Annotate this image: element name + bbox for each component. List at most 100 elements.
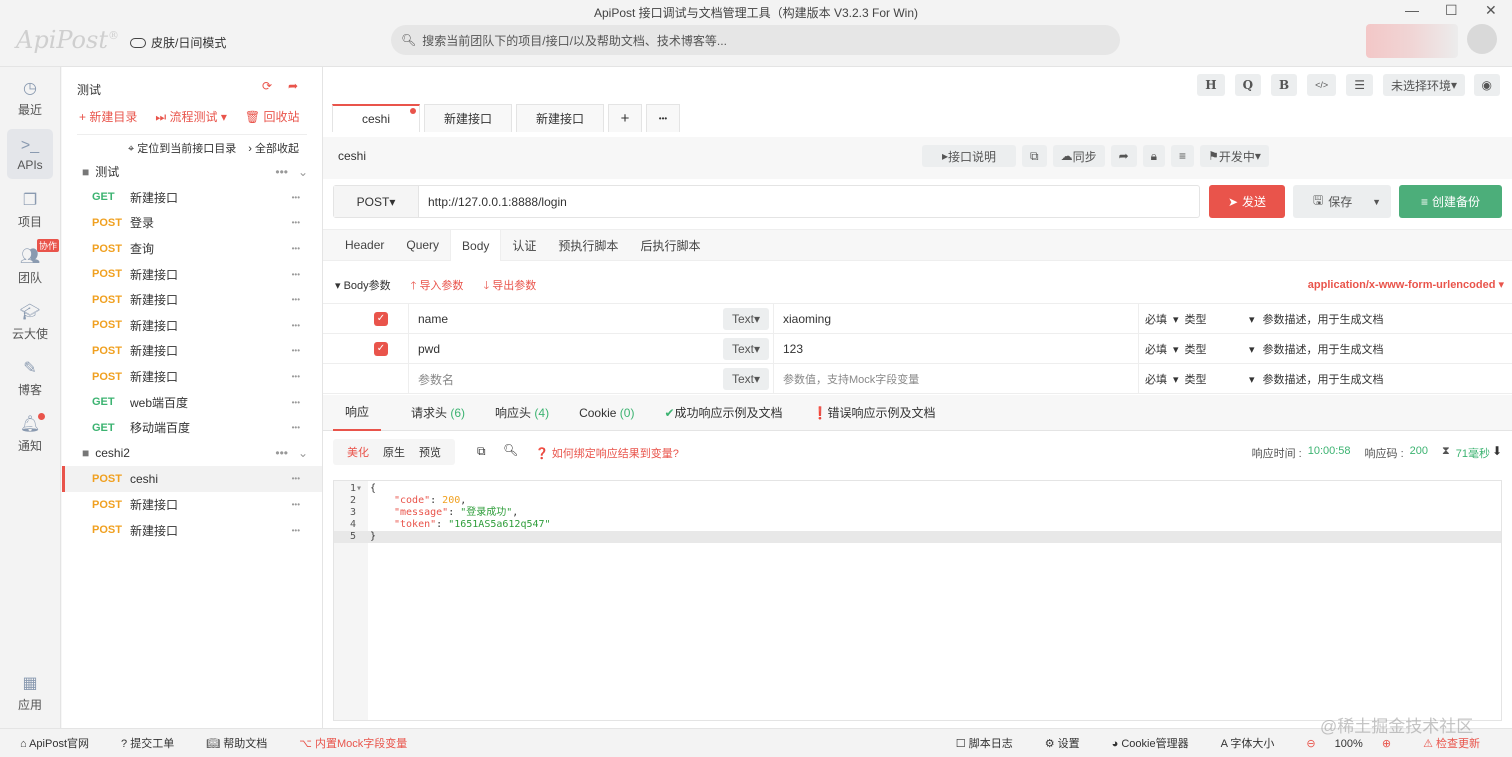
chevron-down-icon[interactable]: ▼ xyxy=(1372,197,1381,207)
zoom-in-icon[interactable]: ⊕ xyxy=(1382,738,1391,750)
api-item[interactable]: POST 新建接口 ••• xyxy=(62,261,322,287)
rail-notify[interactable]: 🔔︎ 通知 xyxy=(7,409,53,459)
more-icon[interactable]: ••• xyxy=(292,526,300,535)
avatar[interactable] xyxy=(1467,24,1497,54)
send-button[interactable]: ➤ 发送 xyxy=(1209,185,1285,218)
site-link[interactable]: ⌂ ApiPost官网 xyxy=(20,735,105,751)
more-icon[interactable]: ••• xyxy=(292,372,300,381)
api-item[interactable]: GET 新建接口 ••• xyxy=(62,185,322,211)
bind-help-link[interactable]: ❓ 如何绑定响应结果到变量? xyxy=(535,445,679,461)
more-icon[interactable]: ••• xyxy=(292,218,300,227)
more-icon[interactable]: ••• xyxy=(292,474,300,483)
lock-icon[interactable]: 🔒︎ xyxy=(1142,145,1166,167)
more-icon[interactable]: ••• xyxy=(292,295,300,304)
more-icon[interactable]: ••• xyxy=(292,270,300,279)
copy-icon[interactable]: ⧉ xyxy=(1022,145,1047,167)
share-icon[interactable]: ➦ xyxy=(1110,145,1137,167)
new-folder-button[interactable]: + 新建目录 xyxy=(79,108,137,125)
param-key-input[interactable]: name xyxy=(418,312,723,326)
api-item[interactable]: POST 新建接口 ••• xyxy=(62,313,322,339)
create-backup-button[interactable]: ≡ 创建备份 xyxy=(1399,185,1502,218)
more-icon[interactable]: ••• xyxy=(292,423,300,432)
body-params-toggle[interactable]: ▾ Body参数 xyxy=(335,277,391,296)
close-button[interactable]: ✕ xyxy=(1485,2,1497,19)
flow-test-button[interactable]: ⏭ 流程测试 ▾ xyxy=(155,108,227,125)
tab-success-doc[interactable]: ✔成功响应示例及文档 xyxy=(664,404,782,421)
more-icon[interactable]: ••• xyxy=(292,321,300,330)
sliders-icon[interactable]: ☰ xyxy=(1346,74,1373,96)
more-icon[interactable]: ••• xyxy=(275,446,288,460)
more-icon[interactable]: ••• xyxy=(292,193,300,202)
more-icon[interactable]: ••• xyxy=(292,500,300,509)
tab-ceshi[interactable]: ceshi xyxy=(332,104,420,132)
download-icon[interactable]: ⬇ xyxy=(1492,444,1502,458)
api-item[interactable]: GET web端百度 ••• xyxy=(62,389,322,415)
api-item[interactable]: POST 新建接口 ••• xyxy=(62,492,322,518)
more-tabs-button[interactable]: ••• xyxy=(646,104,680,132)
rail-projects[interactable]: ❐ 项目 xyxy=(7,185,53,235)
database-icon[interactable]: ≡ xyxy=(1171,145,1195,167)
zoom-control[interactable]: ⊖ 100% ⊕ xyxy=(1306,737,1407,750)
param-value-input[interactable]: 参数值，支持Mock字段变量 xyxy=(774,364,1139,394)
param-type-select[interactable]: Text ▾ xyxy=(723,308,769,330)
rail-ambassador[interactable]: 🎓︎ 云大使 xyxy=(7,297,53,347)
more-icon[interactable]: ••• xyxy=(292,398,300,407)
method-select[interactable]: POST ▾ xyxy=(334,186,419,217)
rail-blog[interactable]: ✎ 博客 xyxy=(7,353,53,403)
locate-button[interactable]: ⌖ 定位到当前接口目录 xyxy=(128,140,236,156)
content-type-select[interactable]: application/x-www-form-urlencoded ▾ xyxy=(1308,278,1504,291)
tab-request-0[interactable]: Header xyxy=(334,230,395,260)
font-size-button[interactable]: A 字体大小 xyxy=(1221,735,1291,751)
param-value-input[interactable]: 123 xyxy=(774,334,1139,364)
collapse-all-button[interactable]: › 全部收起 xyxy=(248,140,299,156)
api-item[interactable]: POST 新建接口 ••• xyxy=(62,517,322,543)
script-log-button[interactable]: ☐ 脚本日志 xyxy=(956,735,1029,751)
param-desc-input[interactable]: 参数描述，用于生成文档 xyxy=(1263,341,1384,357)
chevron-down-icon[interactable]: ⌄ xyxy=(298,165,308,179)
required-select[interactable]: 必填 xyxy=(1145,371,1167,387)
value-type-select[interactable]: 类型 xyxy=(1185,341,1207,357)
tab-request-1[interactable]: Query xyxy=(395,230,450,260)
param-key-input[interactable]: 参数名 xyxy=(418,371,723,388)
raw-button[interactable]: 原生 xyxy=(383,444,405,460)
toolbar-b-button[interactable]: B xyxy=(1271,74,1298,96)
api-item[interactable]: POST ceshi ••• xyxy=(62,466,322,492)
zoom-out-icon[interactable]: ⊖ xyxy=(1306,738,1315,750)
param-checkbox[interactable]: ✓ xyxy=(374,312,388,326)
api-item[interactable]: POST 新建接口 ••• xyxy=(62,287,322,313)
tab-request-3[interactable]: 认证 xyxy=(501,230,547,260)
add-tab-button[interactable]: + xyxy=(608,104,642,132)
rail-recent[interactable]: ◷ 最近 xyxy=(7,73,53,123)
more-icon[interactable]: ••• xyxy=(292,244,300,253)
preview-button[interactable]: 预览 xyxy=(419,444,441,460)
eye-icon[interactable]: ◉ xyxy=(1473,74,1500,96)
api-doc-button[interactable]: ▸ 接口说明 xyxy=(922,145,1016,167)
beautify-button[interactable]: 美化 xyxy=(347,444,369,460)
required-select[interactable]: 必填 xyxy=(1145,311,1167,327)
share-icon[interactable]: ➦ xyxy=(288,79,298,93)
status-select[interactable]: ⚑ 开发中 ▾ xyxy=(1200,145,1269,167)
tab-error-doc[interactable]: ❗错误响应示例及文档 xyxy=(813,404,936,421)
value-type-select[interactable]: 类型 xyxy=(1185,371,1207,387)
maximize-button[interactable]: ☐ xyxy=(1445,2,1458,19)
api-item[interactable]: POST 登录 ••• xyxy=(62,210,322,236)
code-icon[interactable]: </> xyxy=(1307,74,1337,96)
copy-icon[interactable]: ⧉ xyxy=(477,444,486,459)
tab-cookie[interactable]: Cookie (0) xyxy=(579,406,634,420)
param-type-select[interactable]: Text ▾ xyxy=(723,338,769,360)
skin-mode-toggle[interactable]: 皮肤/日间模式 xyxy=(130,34,226,51)
search-icon[interactable]: 🔍︎ xyxy=(503,443,518,457)
chevron-down-icon[interactable]: ⌄ xyxy=(298,446,308,460)
param-desc-input[interactable]: 参数描述，用于生成文档 xyxy=(1263,371,1384,387)
response-editor[interactable]: 1 ▾{2 "code": 200, 3 "message": "登录成功", 4 "to… xyxy=(333,480,1502,721)
recycle-bin-button[interactable]: 🗑︎ 回收站 xyxy=(245,108,300,125)
cookie-manager-button[interactable]: ◕ Cookie管理器 xyxy=(1112,735,1205,751)
folder-row[interactable]: ■ 测试 ••• ⌄ xyxy=(62,159,322,185)
ticket-link[interactable]: ? 提交工单 xyxy=(121,735,190,751)
import-params-button[interactable]: 🡑 导入参数 xyxy=(411,277,464,296)
api-item[interactable]: POST 新建接口 ••• xyxy=(62,338,322,364)
value-type-select[interactable]: 类型 xyxy=(1185,311,1207,327)
more-icon[interactable]: ••• xyxy=(275,165,288,179)
folder-row[interactable]: ■ ceshi2 ••• ⌄ xyxy=(62,441,322,467)
rail-team[interactable]: 协作 👥︎ 团队 xyxy=(7,239,59,291)
